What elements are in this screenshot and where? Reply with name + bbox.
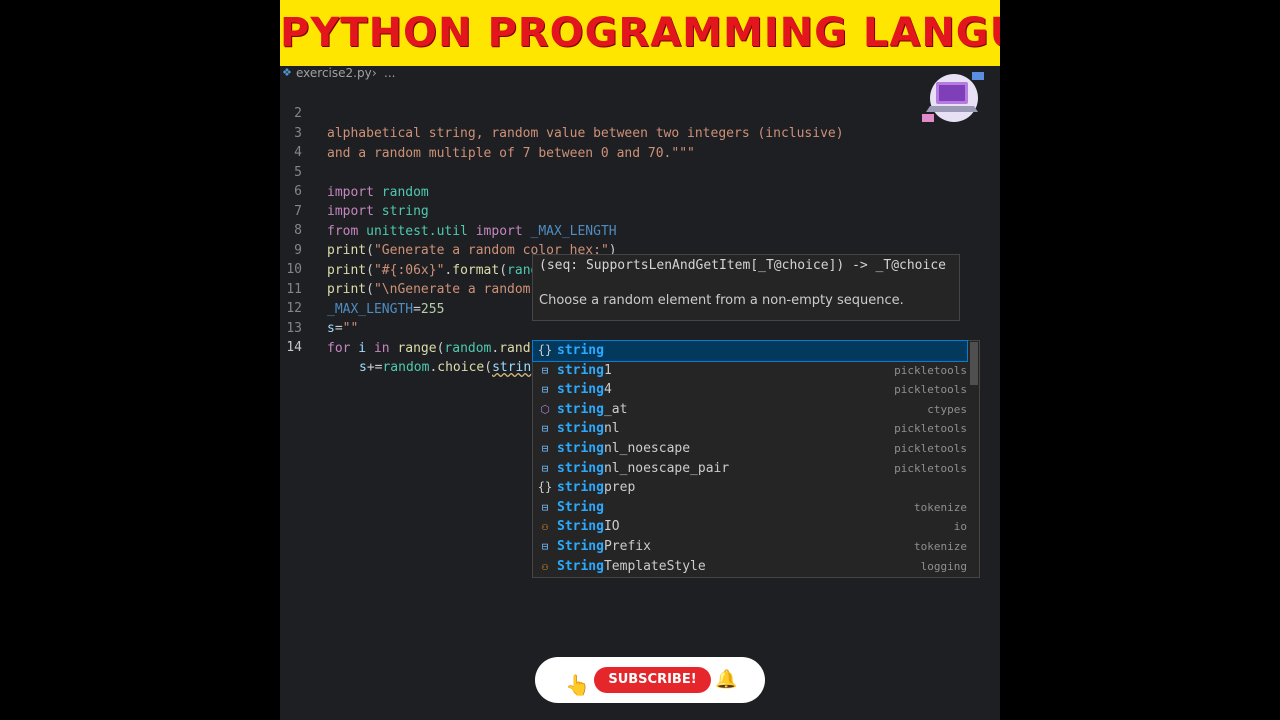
suggestion-match: string (557, 460, 604, 476)
suggestion-source: pickletools (894, 363, 967, 377)
class-icon: ⚇ (541, 520, 549, 534)
code-text: s+=random.choice(strin) (359, 360, 539, 375)
variable-icon: ⊟ (541, 422, 549, 436)
suggestion-item[interactable]: ⊟ String tokenize (533, 498, 967, 518)
breadcrumb[interactable]: ❖ exercise2.py › ... (280, 66, 1000, 82)
suggestion-source: io (953, 520, 967, 534)
code-line[interactable]: 5 import random (280, 143, 1000, 200)
suggestion-rest: prep (603, 480, 636, 496)
suggestion-item[interactable]: ⊟ string4 pickletools (533, 380, 967, 400)
code-line[interactable]: 2 alphabetical string, random value betw… (280, 84, 1000, 141)
variable-icon: ⊟ (541, 383, 549, 397)
code-line-active[interactable]: 14 s+=random.choice(strin) (280, 318, 1000, 375)
hover-signature: (seq: SupportsLenAndGetItem[_T@choice]) … (539, 258, 946, 273)
python-file-icon: ❖ (282, 66, 292, 79)
suggestion-source: tokenize (914, 540, 967, 553)
variable-icon: ⊟ (541, 461, 549, 475)
suggestion-label: string (557, 341, 604, 360)
suggestion-label: stringprep (557, 478, 635, 497)
suggestion-match: string (557, 480, 604, 496)
method-icon: ⬡ (540, 402, 550, 416)
suggestion-source: pickletools (894, 442, 967, 455)
variable-icon: ⊟ (541, 363, 549, 377)
suggestion-match: string (557, 382, 604, 398)
suggestion-rest: nl_noescape (603, 441, 691, 456)
module-icon: {} (537, 343, 553, 357)
suggestion-source: pickletools (894, 383, 967, 397)
suggestion-item[interactable]: ⊟ StringPrefix tokenize (533, 537, 967, 557)
code-line[interactable]: 7 from unittest.util import _MAX_LENGTH (280, 182, 1000, 239)
suggestion-label: StringTemplateStyle (557, 557, 706, 576)
banner-title: PYTHON PROGRAMMING LANGUAGE (280, 10, 1000, 56)
breadcrumb-more[interactable]: ... (384, 66, 395, 80)
laptop-sticker-icon (922, 72, 984, 122)
breadcrumb-separator: › (372, 66, 377, 80)
subscribe-button[interactable]: SUBSCRIBE! (594, 667, 711, 693)
suggestion-label: stringnl_noescape_pair (557, 459, 729, 478)
suggestion-item[interactable]: ⊟ stringnl pickletools (533, 419, 967, 439)
suggestion-scrollbar[interactable] (970, 342, 978, 385)
suggestion-label: StringIO (557, 517, 620, 536)
suggestion-item[interactable]: ⚇ StringTemplateStyle logging (533, 557, 967, 577)
module-icon: {} (537, 480, 553, 495)
suggestion-item[interactable]: ⊟ stringnl_noescape_pair pickletools (533, 459, 967, 479)
suggestion-source: ctypes (927, 402, 967, 416)
suggestion-label: string4 (557, 380, 612, 399)
suggestion-label: string_at (557, 400, 627, 419)
suggestion-match: string (557, 401, 604, 417)
suggestion-rest: nl (603, 421, 620, 437)
suggestion-source: pickletools (894, 422, 967, 436)
code-line[interactable]: 9 print("#{:06x}".format(random.randint(… (280, 221, 1000, 278)
suggestion-label: stringnl (557, 419, 620, 438)
suggestion-item[interactable]: ⚇ StringIO io (533, 517, 967, 537)
suggestion-item[interactable]: ⊟ string1 pickletools (533, 361, 967, 381)
suggestion-match: string (557, 362, 604, 378)
bell-icon[interactable]: 🔔 (715, 669, 737, 690)
breadcrumb-file[interactable]: exercise2.py (296, 66, 372, 80)
suggestion-item[interactable]: ⬡ string_at ctypes (533, 400, 967, 420)
variable-icon: ⊟ (541, 540, 549, 553)
suggestion-item[interactable]: {} stringprep (533, 478, 967, 498)
suggestion-match: String (557, 499, 604, 515)
suggestion-label: StringPrefix (557, 537, 651, 556)
suggestion-label: string1 (557, 361, 612, 380)
suggestion-source: tokenize (914, 500, 967, 514)
suggestion-rest: IO (603, 519, 620, 535)
hover-doc: Choose a random element from a non-empty… (539, 293, 904, 308)
suggestion-list[interactable]: {} string ⊟ string1 pickletools ⊟ string4 pickl… (532, 340, 980, 578)
class-icon: ⚇ (541, 559, 549, 573)
suggestion-label: stringnl_noescape (557, 439, 690, 458)
code-line[interactable]: 4 (280, 123, 1000, 160)
title-banner: PYTHON PROGRAMMING LANGUAGE (280, 0, 1000, 66)
code-line[interactable]: 8 print("Generate a random color hex:") (280, 201, 1000, 258)
suggestion-rest: 4 (603, 382, 612, 398)
suggestion-match: string (557, 343, 604, 358)
suggestion-item[interactable]: ⊟ stringnl_noescape pickletools (533, 439, 967, 459)
line-number: 14 (286, 340, 302, 355)
suggestion-match: string (557, 421, 604, 437)
suggestion-source: pickletools (894, 461, 967, 475)
variable-icon: ⊟ (541, 442, 549, 455)
suggestion-rest: 1 (603, 362, 612, 378)
variable-icon: ⊟ (541, 500, 549, 514)
suggestion-match: String (557, 539, 604, 554)
code-line[interactable]: 3 and a random multiple of 7 between 0 a… (280, 104, 1000, 161)
suggestion-match: String (557, 558, 604, 574)
suggestion-label: String (557, 498, 604, 517)
suggestion-rest: TemplateStyle (603, 558, 706, 574)
suggestion-rest: Prefix (603, 539, 651, 554)
hand-pointer-icon: 👆 (565, 673, 590, 697)
suggestion-item[interactable]: {} string (532, 340, 968, 362)
code-text: for i in range(random.rand (327, 340, 531, 356)
suggestion-rest: nl_noescape_pair (603, 460, 730, 476)
suggestion-source: logging (920, 559, 967, 573)
signature-hover: (seq: SupportsLenAndGetItem[_T@choice]) … (532, 254, 960, 321)
suggestion-rest: _at (603, 401, 628, 417)
suggestion-match: String (557, 519, 604, 535)
suggestion-match: string (557, 441, 604, 456)
code-line[interactable]: 6 import string (280, 162, 1000, 219)
